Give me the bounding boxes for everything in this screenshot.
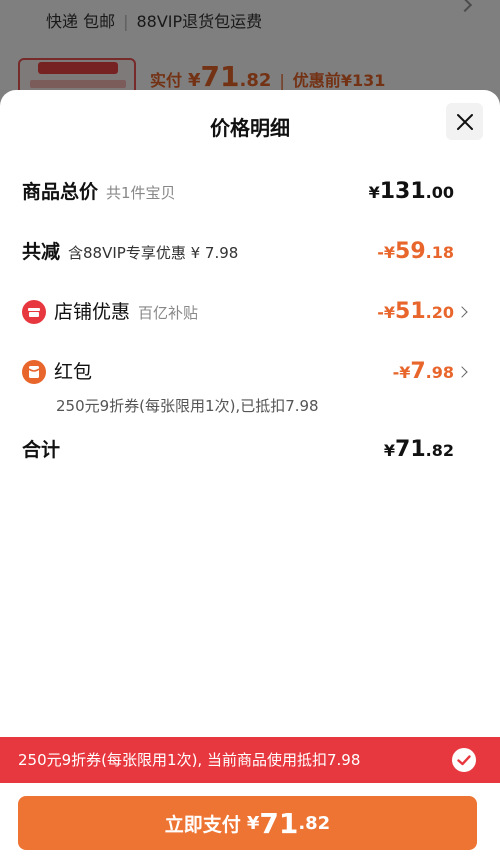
- red-packet-icon: [22, 360, 46, 384]
- vip-discount-note: 含88VIP专享优惠 ¥ 7.98: [68, 244, 239, 262]
- shop-icon: [22, 300, 46, 324]
- price-detail-sheet: 价格明细 商品总价 共1件宝贝 ¥131.00 共减 含88VIP专享优惠 ¥ 7.…: [0, 90, 500, 865]
- coupon-banner-text: 250元9折券(每张限用1次), 当前商品使用抵扣7.98: [18, 751, 361, 769]
- row-red-packet[interactable]: 红包 -¥7.98: [0, 357, 500, 387]
- row-label: 店铺优惠 百亿补贴: [54, 301, 199, 323]
- red-packet-amount: -¥7.98: [392, 359, 454, 384]
- row-total-reduction: 共减 含88VIP专享优惠 ¥ 7.98 -¥59.18: [0, 237, 500, 267]
- item-total-amount: ¥131.00: [368, 179, 454, 204]
- row-sum: 合计 ¥71.82: [0, 435, 500, 465]
- chevron-right-icon: [456, 306, 468, 318]
- row-label: 合计: [22, 439, 61, 461]
- shop-discount-amount: -¥51.20: [377, 299, 454, 324]
- sheet-title: 价格明细: [210, 116, 290, 140]
- row-label: 共减 含88VIP专享优惠 ¥ 7.98: [22, 241, 239, 263]
- check-circle-icon[interactable]: [451, 747, 477, 773]
- row-shop-discount[interactable]: 店铺优惠 百亿补贴 -¥51.20: [0, 297, 500, 327]
- item-count: 共1件宝贝: [106, 184, 176, 202]
- row-label: 红包: [54, 361, 93, 383]
- pay-now-button[interactable]: 立即支付 ¥71.82: [18, 796, 477, 850]
- coupon-banner[interactable]: 250元9折券(每张限用1次), 当前商品使用抵扣7.98: [0, 737, 500, 783]
- row-label: 商品总价 共1件宝贝: [22, 181, 176, 203]
- subsidy-tag: 百亿补贴: [138, 304, 199, 322]
- pay-amount: 71: [259, 806, 299, 840]
- reduction-amount: -¥59.18: [377, 239, 454, 264]
- pay-button-label: 立即支付: [164, 813, 241, 836]
- row-item-total: 商品总价 共1件宝贝 ¥131.00: [0, 177, 500, 207]
- sum-amount: ¥71.82: [383, 437, 454, 462]
- red-packet-note: 250元9折券(每张限用1次),已抵扣7.98: [56, 397, 319, 415]
- close-button[interactable]: [446, 103, 483, 140]
- chevron-right-icon: [456, 366, 468, 378]
- close-icon: [456, 113, 473, 130]
